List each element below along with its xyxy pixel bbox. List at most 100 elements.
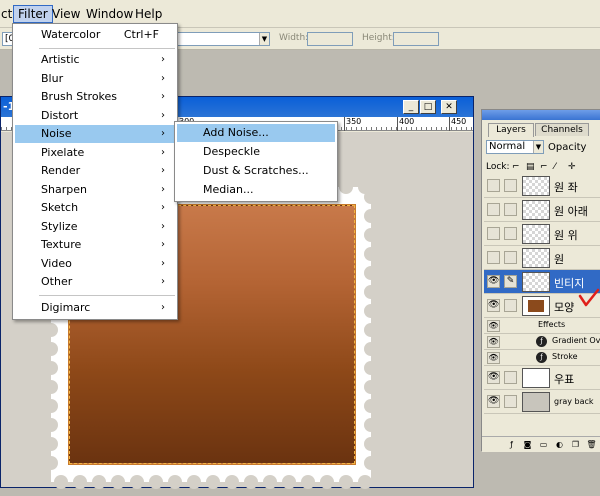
eye-icon[interactable]: 👁 xyxy=(487,336,500,348)
tab-layers[interactable]: Layers xyxy=(488,123,534,137)
layer-row[interactable]: 원 xyxy=(484,246,600,270)
eye-icon[interactable]: 👁 xyxy=(487,395,500,408)
menu-item-despeckle[interactable]: Despeckle xyxy=(177,143,335,161)
effect-icon: ƒ xyxy=(536,336,547,347)
link-toggle[interactable] xyxy=(504,227,517,240)
link-toggle[interactable] xyxy=(504,371,517,384)
menu-filter[interactable]: Filter xyxy=(13,5,53,23)
stamp-perforation xyxy=(130,475,144,489)
link-toggle[interactable] xyxy=(504,203,517,216)
menu-help[interactable]: Help xyxy=(131,5,166,23)
menu-item-stylize[interactable]: Stylize › xyxy=(15,218,175,236)
minimize-button[interactable]: _ xyxy=(403,100,419,114)
style-dropdown[interactable]: ▼ xyxy=(176,32,270,46)
menu-window[interactable]: Window xyxy=(82,5,137,23)
blend-mode-select[interactable]: Normal ▼ xyxy=(486,140,544,154)
link-toggle[interactable] xyxy=(504,395,517,408)
chevron-right-icon: › xyxy=(161,220,165,232)
eye-icon[interactable]: 👁 xyxy=(487,299,500,312)
chevron-down-icon: ▼ xyxy=(259,33,269,45)
visibility-toggle[interactable] xyxy=(487,251,500,264)
layer-thumbnail xyxy=(522,272,550,292)
menu-item-digimarc[interactable]: Digimarc › xyxy=(15,299,175,317)
stamp-perforation xyxy=(320,475,334,489)
stamp-perforation xyxy=(149,475,163,489)
width-input[interactable] xyxy=(307,32,353,46)
link-toggle[interactable] xyxy=(504,179,517,192)
layer-style-icon[interactable]: ƒ xyxy=(506,439,517,450)
menu-item-video[interactable]: Video › xyxy=(15,255,175,273)
layer-row[interactable]: 원 아래 xyxy=(484,198,600,222)
menu-item-sharpen[interactable]: Sharpen › xyxy=(15,181,175,199)
brush-icon[interactable]: ⁄ xyxy=(554,162,562,172)
close-button[interactable]: ✕ xyxy=(441,100,457,114)
stamp-perforation xyxy=(111,475,125,489)
brush-icon[interactable]: ✎ xyxy=(504,275,517,288)
new-layer-icon[interactable]: ❐ xyxy=(570,439,581,450)
link-toggle[interactable] xyxy=(504,299,517,312)
layer-name: 원 좌 xyxy=(554,181,578,194)
menu-item-last-filter[interactable]: Watercolor Ctrl+F xyxy=(15,26,175,44)
eye-icon[interactable]: 👁 xyxy=(487,275,500,288)
eye-icon[interactable]: 👁 xyxy=(487,371,500,384)
menu-item-other[interactable]: Other › xyxy=(15,273,175,291)
menu-item-distort[interactable]: Distort › xyxy=(15,107,175,125)
width-label: Width: xyxy=(279,33,309,43)
menu-item-brush-strokes[interactable]: Brush Strokes › xyxy=(15,88,175,106)
effect-row[interactable]: 👁 ƒ Gradient Ove xyxy=(484,334,600,350)
layer-row[interactable]: 원 좌 xyxy=(484,174,600,198)
visibility-toggle[interactable] xyxy=(487,179,500,192)
menu-item-sketch[interactable]: Sketch › xyxy=(15,199,175,217)
effect-row[interactable]: 👁 ƒ Stroke xyxy=(484,350,600,366)
trash-icon[interactable]: 🗑 xyxy=(586,439,597,450)
adjustment-layer-icon[interactable]: ◐ xyxy=(554,439,565,450)
menu-item-noise[interactable]: Noise › xyxy=(15,125,175,143)
chevron-right-icon: › xyxy=(161,276,165,287)
lock-position-icon[interactable]: ⌐ xyxy=(540,162,548,172)
menu-item-pixelate[interactable]: Pixelate › xyxy=(15,144,175,162)
link-toggle[interactable] xyxy=(504,251,517,264)
lock-pixels-icon[interactable]: ▤ xyxy=(526,162,535,172)
height-input[interactable] xyxy=(393,32,439,46)
mask-icon[interactable]: ◙ xyxy=(522,439,533,450)
layer-row[interactable]: 👁 우표 xyxy=(484,366,600,390)
eye-icon[interactable]: 👁 xyxy=(487,320,500,332)
menu-item-label: Blur xyxy=(41,71,64,85)
menu-item-artistic[interactable]: Artistic › xyxy=(15,51,175,69)
stamp-perforation xyxy=(44,323,58,337)
effects-row[interactable]: 👁 Effects xyxy=(484,318,600,334)
layer-row[interactable]: 원 위 xyxy=(484,222,600,246)
menu-view[interactable]: View xyxy=(48,5,84,23)
filter-menu: Watercolor Ctrl+F Artistic › Blur › Brush S… xyxy=(12,23,178,320)
menu-item-median[interactable]: Median... xyxy=(177,181,335,199)
menu-item-blur[interactable]: Blur › xyxy=(15,70,175,88)
menu-item-render[interactable]: Render › xyxy=(15,162,175,180)
lock-label: Lock: xyxy=(486,162,510,172)
ruler-mark xyxy=(344,117,345,131)
menu-item-add-noise[interactable]: Add Noise... xyxy=(177,124,335,142)
stamp-perforation xyxy=(187,475,201,489)
chevron-right-icon: › xyxy=(161,202,165,213)
stamp-perforation xyxy=(73,475,87,489)
stamp-perforation xyxy=(364,342,378,356)
layer-name: 원 아래 xyxy=(554,205,588,218)
layer-name: 원 위 xyxy=(554,229,578,242)
panel-titlebar[interactable] xyxy=(482,110,600,120)
stamp-perforation xyxy=(364,209,378,223)
folder-icon[interactable]: ▭ xyxy=(538,439,549,450)
menu-item-texture[interactable]: Texture › xyxy=(15,236,175,254)
stamp-perforation xyxy=(244,475,258,489)
maximize-button[interactable]: □ xyxy=(420,100,436,114)
menu-item-label: Noise xyxy=(41,127,72,140)
eye-icon[interactable]: 👁 xyxy=(487,352,500,364)
stamp-perforation xyxy=(364,190,378,204)
layer-row[interactable]: 👁 gray back xyxy=(484,390,600,414)
visibility-toggle[interactable] xyxy=(487,203,500,216)
lock-transparency-icon[interactable]: ⌐ xyxy=(512,162,520,172)
chevron-right-icon: › xyxy=(161,302,165,313)
visibility-toggle[interactable] xyxy=(487,227,500,240)
tab-channels[interactable]: Channels xyxy=(535,123,589,136)
move-icon[interactable]: ✛ xyxy=(568,162,576,172)
stamp-perforation xyxy=(364,437,378,451)
menu-item-dust-scratches[interactable]: Dust & Scratches... xyxy=(177,162,335,180)
